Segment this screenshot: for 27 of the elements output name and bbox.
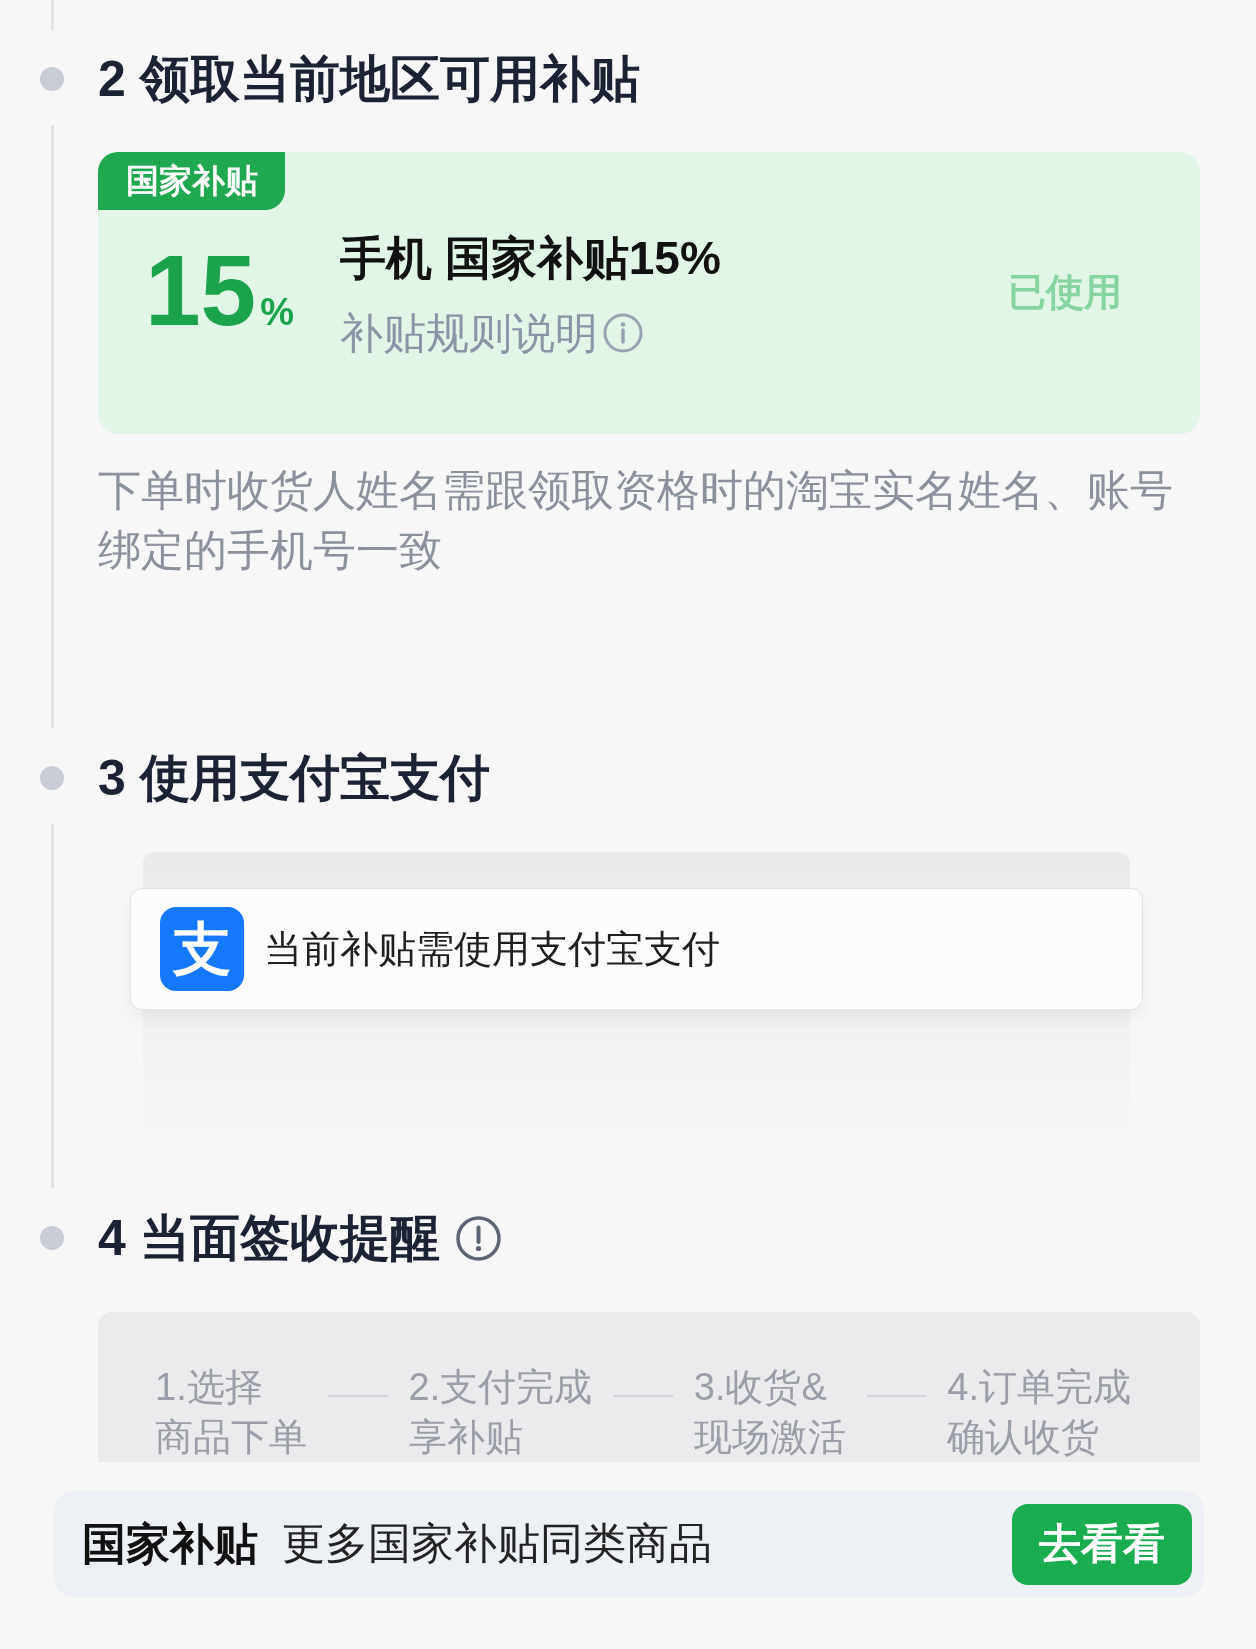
process-step-detail: 确认收货: [947, 1415, 1100, 1460]
info-icon: [603, 313, 643, 353]
process-step-label: 4.订单完成: [947, 1365, 1131, 1410]
status-label: 已使用: [1008, 270, 1122, 315]
timeline-dot-icon: [40, 1226, 64, 1250]
subsidy-title: 手机 国家补贴15%: [340, 231, 721, 286]
process-step-label: 2.支付完成: [408, 1365, 593, 1410]
process-step-label: 3.收货&: [693, 1365, 827, 1410]
alert-icon: [455, 1215, 501, 1261]
process-step-label: 1.选择: [155, 1365, 263, 1410]
payment-app-logo: 支: [160, 907, 244, 991]
timeline-dot-icon: [40, 67, 64, 91]
discount-value: 15%: [145, 240, 295, 348]
step-title: 2 领取当前地区可用补贴: [98, 50, 640, 109]
rules-link[interactable]: 补贴规则说明: [340, 308, 643, 358]
payment-notice-text: 当前补贴需使用支付宝支付: [264, 927, 720, 972]
process-step-detail: 商品下单: [155, 1415, 307, 1460]
step-title: 3 使用支付宝支付: [98, 749, 490, 808]
process-step-detail: 享补贴: [408, 1415, 523, 1460]
view-button[interactable]: 去看看: [1012, 1503, 1192, 1585]
notice-text: 下单时收货人姓名需跟领取资格时的淘宝实名姓名、账号绑定的手机号一致: [98, 465, 1174, 576]
process-step-detail: 现场激活: [693, 1415, 846, 1460]
promo-brand-label: 国家补贴: [82, 1517, 258, 1570]
subsidy-badge: 国家补贴: [98, 152, 285, 210]
timeline-dot-icon: [40, 766, 64, 790]
step-title: 4 当面签收提醒: [98, 1209, 440, 1268]
promo-text: 更多国家补贴同类商品: [282, 1518, 712, 1569]
